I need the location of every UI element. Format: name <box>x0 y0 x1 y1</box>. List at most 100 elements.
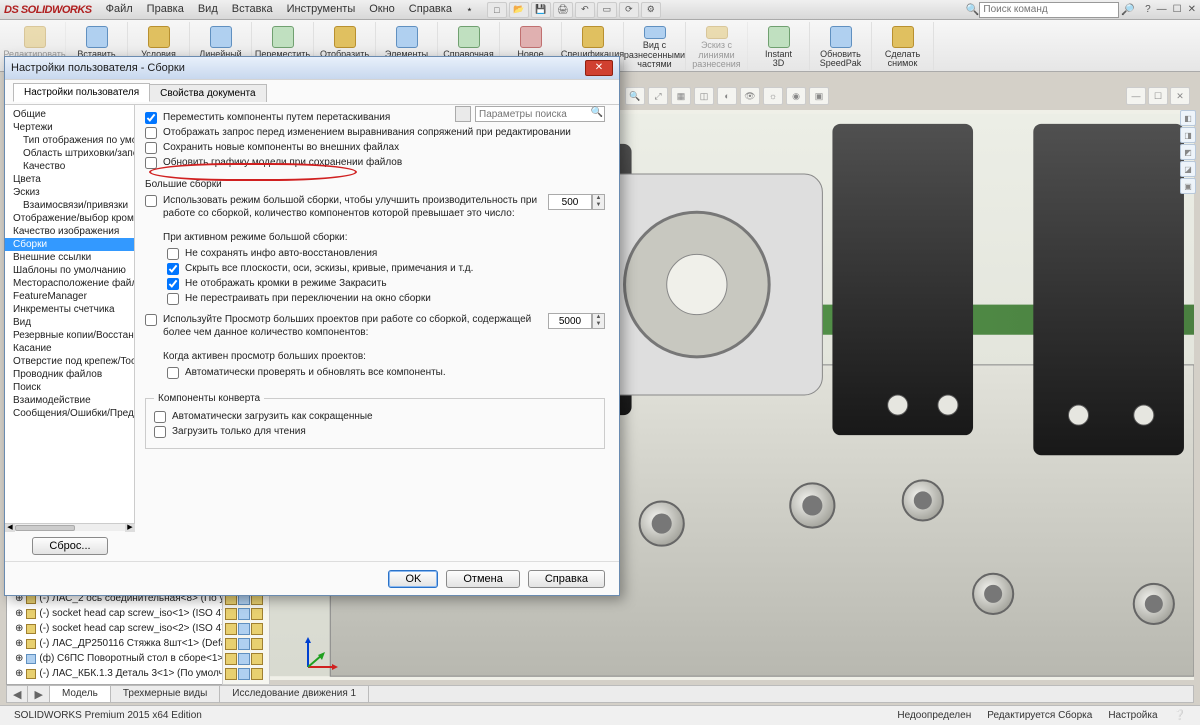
cat-spin-increments[interactable]: Инкременты счетчика <box>5 303 134 316</box>
opt-update-gfx-checkbox[interactable] <box>145 157 157 169</box>
qat-new-icon[interactable]: □ <box>487 2 507 18</box>
help-icon[interactable]: ? <box>1145 4 1151 15</box>
view-display-icon[interactable]: ▣ <box>809 87 829 105</box>
minimize-icon[interactable]: — <box>1157 4 1167 15</box>
view-fit-icon[interactable]: ⤢ <box>648 87 668 105</box>
qat-save-icon[interactable]: 💾 <box>531 2 551 18</box>
ribbon-speedpak[interactable]: Обновить SpeedPak <box>810 22 872 70</box>
reset-button[interactable]: Сброс... <box>32 537 107 555</box>
search-go-icon[interactable]: 🔎 <box>1121 3 1135 16</box>
viewport-min-icon[interactable]: — <box>1126 87 1146 105</box>
opt-big-preview[interactable]: Используйте Просмотр больших проектов пр… <box>145 313 538 339</box>
cat-backup[interactable]: Резервные копии/Восстано <box>5 329 134 342</box>
bigasm-threshold-input[interactable] <box>548 194 592 210</box>
opt-no-autosave[interactable]: Не сохранять инфо авто-восстановления <box>167 247 605 260</box>
cat-external-refs[interactable]: Внешние ссылки <box>5 251 134 264</box>
scroll-left-icon[interactable]: ◀ <box>5 524 15 532</box>
cat-holewizard[interactable]: Отверстие под крепеж/Tool <box>5 355 134 368</box>
rt-icon-1[interactable]: ◧ <box>1180 110 1196 126</box>
scroll-thumb[interactable] <box>15 525 75 531</box>
cat-sketch[interactable]: Эскиз <box>5 186 134 199</box>
bigasm-threshold-spinner[interactable]: ▲▼ <box>548 194 605 210</box>
ok-button[interactable]: OK <box>388 570 438 588</box>
tab-motion[interactable]: Исследование движения 1 <box>220 686 369 702</box>
view-orient-icon[interactable]: ◫ <box>694 87 714 105</box>
opt-move-drag-checkbox[interactable] <box>145 112 157 124</box>
view-scene-icon[interactable]: ☼ <box>763 87 783 105</box>
view-style-icon[interactable]: ◐ <box>717 87 737 105</box>
opt-big-preview-checkbox[interactable] <box>145 314 157 326</box>
qat-undo-icon[interactable]: ↶ <box>575 2 595 18</box>
dialog-close-button[interactable]: ✕ <box>585 60 613 76</box>
opt-no-rebuild[interactable]: Не перестраивать при переключении на окн… <box>167 292 605 305</box>
cat-quality[interactable]: Качество <box>5 160 134 173</box>
rt-icon-2[interactable]: ◨ <box>1180 127 1196 143</box>
cancel-button[interactable]: Отмена <box>446 570 519 588</box>
search-magnifier-icon[interactable]: 🔍 <box>591 107 603 118</box>
cat-colors[interactable]: Цвета <box>5 173 134 186</box>
menu-more-icon[interactable]: ⋆ <box>460 1 479 18</box>
view-appearance-icon[interactable]: ◉ <box>786 87 806 105</box>
dialog-titlebar[interactable]: Настройки пользователя - Сборки ✕ <box>5 57 619 79</box>
viewport-max-icon[interactable]: ☐ <box>1148 87 1168 105</box>
qat-select-icon[interactable]: ▭ <box>597 2 617 18</box>
opt-no-rebuild-checkbox[interactable] <box>167 293 179 305</box>
preview-threshold-input[interactable] <box>548 313 592 329</box>
opt-no-edges-checkbox[interactable] <box>167 278 179 290</box>
spin-down-icon[interactable]: ▼ <box>593 321 604 328</box>
rt-icon-3[interactable]: ◩ <box>1180 144 1196 160</box>
cat-templates[interactable]: Шаблоны по умолчанию <box>5 264 134 277</box>
view-hide-icon[interactable]: 👁 <box>740 87 760 105</box>
opt-show-query[interactable]: Отображать запрос перед изменением вырав… <box>145 126 605 139</box>
opt-env-autoload[interactable]: Автоматически загрузить как сокращенные <box>154 410 596 423</box>
cat-display-edge[interactable]: Отображение/выбор кромк <box>5 212 134 225</box>
menu-file[interactable]: Файл <box>100 1 139 18</box>
cat-hatch[interactable]: Область штриховки/запо <box>5 147 134 160</box>
spin-up-icon[interactable]: ▲ <box>593 314 604 321</box>
opt-show-query-checkbox[interactable] <box>145 127 157 139</box>
cat-view[interactable]: Вид <box>5 316 134 329</box>
opt-auto-check-checkbox[interactable] <box>167 367 179 379</box>
tab-doc-settings[interactable]: Свойства документа <box>149 84 266 102</box>
cat-relations[interactable]: Взаимосвязи/привязки <box>5 199 134 212</box>
opt-no-autosave-checkbox[interactable] <box>167 248 179 260</box>
tab-scroll-left-icon[interactable]: ◀ <box>7 686 28 702</box>
menu-tools[interactable]: Инструменты <box>281 1 362 18</box>
opt-env-readonly[interactable]: Загрузить только для чтения <box>154 425 596 438</box>
opt-env-readonly-checkbox[interactable] <box>154 426 166 438</box>
opt-save-ext[interactable]: Сохранить новые компоненты во внешних фа… <box>145 141 605 154</box>
opt-bigasm-use[interactable]: Использовать режим большой сборки, чтобы… <box>145 194 538 220</box>
opt-save-ext-checkbox[interactable] <box>145 142 157 154</box>
dialog-search-input[interactable] <box>475 106 605 122</box>
spin-down-icon[interactable]: ▼ <box>593 202 604 209</box>
menu-insert[interactable]: Вставка <box>226 1 279 18</box>
category-hscrollbar[interactable]: ◀ ▶ <box>5 523 135 531</box>
cat-general[interactable]: Общие <box>5 108 134 121</box>
menu-window[interactable]: Окно <box>363 1 401 18</box>
cat-search[interactable]: Поиск <box>5 381 134 394</box>
cat-assemblies[interactable]: Сборки <box>5 238 134 251</box>
menu-view[interactable]: Вид <box>192 1 224 18</box>
rt-icon-5[interactable]: ▣ <box>1180 178 1196 194</box>
cat-image-quality[interactable]: Качество изображения <box>5 225 134 238</box>
command-search-input[interactable] <box>979 2 1119 18</box>
cat-featuremanager[interactable]: FeatureManager <box>5 290 134 303</box>
tab-3dviews[interactable]: Трехмерные виды <box>111 686 220 702</box>
settings-search-icon[interactable] <box>455 106 471 122</box>
opt-hide-all-checkbox[interactable] <box>167 263 179 275</box>
view-section-icon[interactable]: ▦ <box>671 87 691 105</box>
viewport-close-icon[interactable]: ✕ <box>1170 87 1190 105</box>
maximize-icon[interactable]: ☐ <box>1173 4 1182 15</box>
cat-touch[interactable]: Касание <box>5 342 134 355</box>
opt-update-gfx[interactable]: Обновить графику модели при сохранении ф… <box>145 156 605 169</box>
cat-display-type[interactable]: Тип отображения по умо <box>5 134 134 147</box>
qat-open-icon[interactable]: 📂 <box>509 2 529 18</box>
category-list[interactable]: Общие Чертежи Тип отображения по умо Обл… <box>5 105 135 523</box>
help-button[interactable]: Справка <box>528 570 605 588</box>
status-custom[interactable]: Настройка <box>1100 710 1165 721</box>
view-zoom-icon[interactable]: 🔍 <box>625 87 645 105</box>
cat-drawings[interactable]: Чертежи <box>5 121 134 134</box>
preview-threshold-spinner[interactable]: ▲▼ <box>548 313 605 329</box>
spin-up-icon[interactable]: ▲ <box>593 195 604 202</box>
qat-print-icon[interactable]: 🖨 <box>553 2 573 18</box>
